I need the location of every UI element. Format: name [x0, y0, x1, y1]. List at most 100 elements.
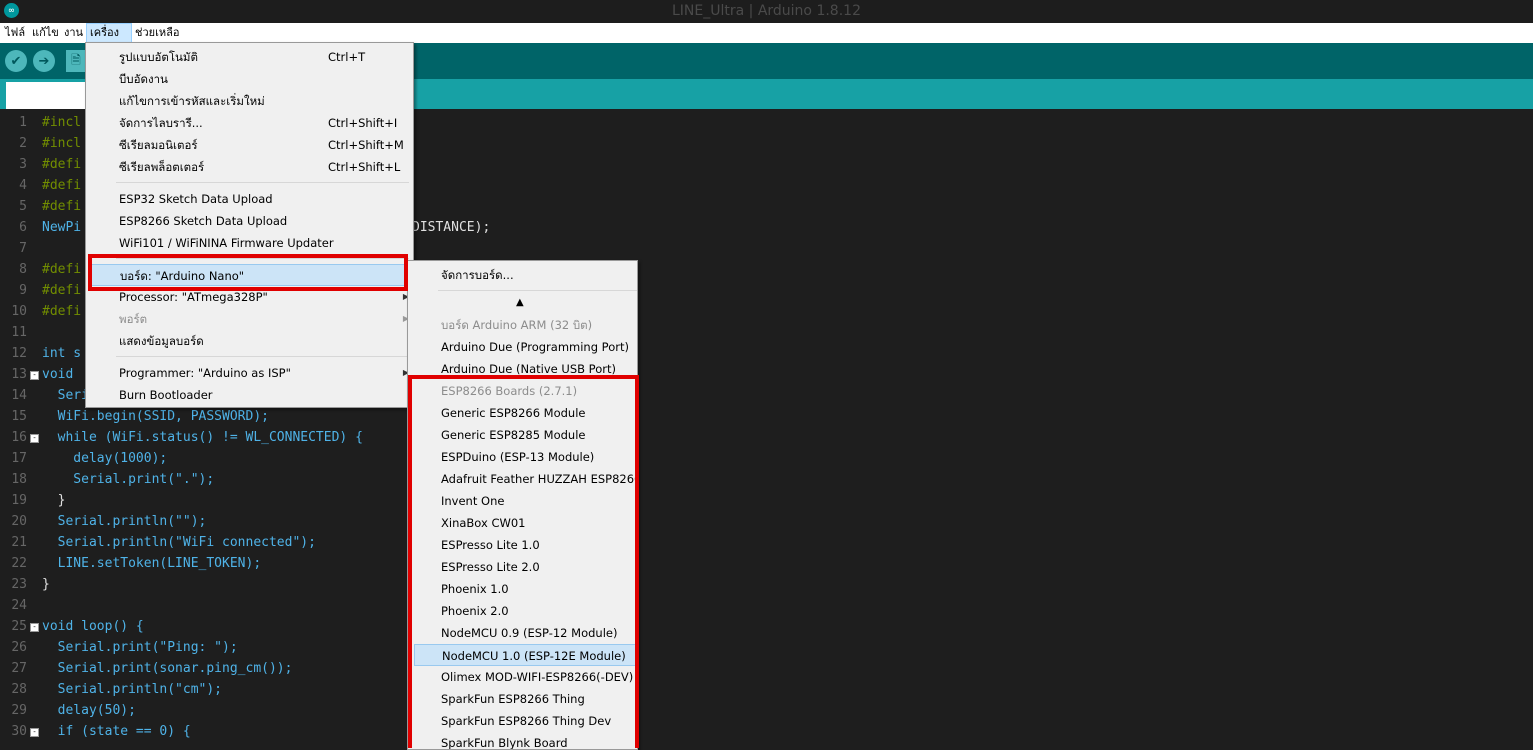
menu-help[interactable]: ช่วยเหลือ	[132, 23, 182, 43]
line-number: 19	[11, 493, 27, 508]
code-line: Serial.println("WiFi connected");	[42, 535, 316, 550]
code-line: #defi	[42, 199, 82, 214]
code-line: LINE.setToken(LINE_TOKEN);	[42, 556, 262, 571]
line-number: 28	[11, 682, 27, 697]
menu-item-burn-bootloader[interactable]: Burn Bootloader	[86, 384, 413, 406]
menu-item-label: ซีเรียลมอนิเตอร์	[119, 138, 198, 152]
menu-item-auto-format[interactable]: รูปแบบอัตโนมัติ Ctrl+T	[86, 46, 413, 68]
fold-toggle-icon[interactable]: -	[30, 434, 39, 443]
scroll-up-label: ▲	[516, 297, 524, 308]
menu-file[interactable]: ไฟล์	[2, 23, 28, 43]
menu-item-label: WiFi101 / WiFiNINA Firmware Updater	[119, 236, 334, 250]
code-line: delay(50);	[42, 703, 136, 718]
line-number: 2	[19, 136, 27, 151]
esp8266-boards-highlight-box	[408, 375, 639, 748]
board-option[interactable]: Arduino Due (Programming Port)	[408, 336, 637, 358]
menu-item-label: Programmer: "Arduino as ISP"	[119, 366, 291, 380]
menu-item-shortcut: Ctrl+Shift+I	[328, 116, 398, 130]
window-title: LINE_Ultra | Arduino 1.8.12	[672, 3, 861, 19]
menu-item-label: ESP32 Sketch Data Upload	[119, 192, 273, 206]
line-number: 14	[11, 388, 27, 403]
code-line: delay(1000);	[42, 451, 168, 466]
menu-item-esp32-data-upload[interactable]: ESP32 Sketch Data Upload	[86, 188, 413, 210]
fold-toggle-icon[interactable]: -	[30, 728, 39, 737]
menu-separator	[438, 290, 637, 291]
line-number: 10	[11, 304, 27, 319]
board-group-header: บอร์ด Arduino ARM (32 บิต)	[408, 314, 637, 336]
code-line: #defi	[42, 262, 82, 277]
title-bar: ∞ LINE_Ultra | Arduino 1.8.12	[0, 0, 1533, 23]
code-line: void	[42, 367, 74, 382]
line-number: 25	[11, 619, 27, 634]
menu-item-manage-libraries[interactable]: จัดการไลบรารี... Ctrl+Shift+I	[86, 112, 413, 134]
code-line: Serial.print(sonar.ping_cm());	[42, 661, 293, 676]
board-option-label: Arduino Due (Programming Port)	[441, 340, 629, 354]
menu-item-label: บีบอัดงาน	[119, 72, 168, 86]
code-line: while (WiFi.status() != WL_CONNECTED) {	[42, 430, 363, 445]
code-line: WiFi.begin(SSID, PASSWORD);	[42, 409, 269, 424]
line-number: 23	[11, 577, 27, 592]
menu-item-label: Burn Bootloader	[119, 388, 213, 402]
code-line: int s	[42, 346, 82, 361]
menu-bar: ไฟล์ แก้ไข งาน เครื่องมือ ช่วยเหลือ	[0, 23, 1533, 57]
board-highlight-box	[88, 254, 408, 291]
line-number: 6	[19, 220, 27, 235]
new-sketch-button[interactable]: 🗎	[66, 50, 86, 72]
line-number: 26	[11, 640, 27, 655]
menu-item-port: พอร์ต ▶	[86, 308, 413, 330]
menu-item-fix-encoding[interactable]: แก้ไขการเข้ารหัสและเริ่มใหม่	[86, 90, 413, 112]
menu-item-esp8266-data-upload[interactable]: ESP8266 Sketch Data Upload	[86, 210, 413, 232]
line-number: 15	[11, 409, 27, 424]
menu-separator	[116, 356, 409, 357]
line-number: 18	[11, 472, 27, 487]
upload-button[interactable]: ➔	[33, 50, 55, 72]
line-number: 13	[11, 367, 27, 382]
line-number: 5	[19, 199, 27, 214]
verify-button[interactable]: ✔	[5, 50, 27, 72]
code-line-tail: DISTANCE);	[412, 220, 491, 235]
line-number: 11	[11, 325, 27, 340]
line-number: 17	[11, 451, 27, 466]
line-number: 12	[11, 346, 27, 361]
menu-item-shortcut: Ctrl+T	[328, 50, 366, 64]
line-number: 9	[19, 283, 27, 298]
line-number: 21	[11, 535, 27, 550]
menu-item-shortcut: Ctrl+Shift+L	[328, 160, 401, 174]
line-number: 27	[11, 661, 27, 676]
code-line: Seri	[42, 388, 89, 403]
line-number: 4	[19, 178, 27, 193]
menu-item-serial-monitor[interactable]: ซีเรียลมอนิเตอร์ Ctrl+Shift+M	[86, 134, 413, 156]
menu-tools[interactable]: เครื่องมือ	[86, 23, 132, 57]
fold-toggle-icon[interactable]: -	[30, 623, 39, 632]
code-line: void loop() {	[42, 619, 144, 634]
menu-item-shortcut: Ctrl+Shift+M	[328, 138, 404, 152]
board-option-label: บอร์ด Arduino ARM (32 บิต)	[441, 318, 593, 332]
code-line: #defi	[42, 304, 82, 319]
line-number: 24	[11, 598, 27, 613]
menu-item-programmer[interactable]: Programmer: "Arduino as ISP" ▶	[86, 362, 413, 384]
menu-item-boards-manager[interactable]: จัดการบอร์ด...	[408, 264, 637, 286]
menu-item-archive-sketch[interactable]: บีบอัดงาน	[86, 68, 413, 90]
menu-item-board-info[interactable]: แสดงข้อมูลบอร์ด	[86, 330, 413, 352]
code-line: Serial.print("Ping: ");	[42, 640, 238, 655]
sketch-tab[interactable]	[6, 82, 86, 109]
menu-item-label: จัดการไลบรารี...	[119, 116, 203, 130]
tools-dropdown-menu: รูปแบบอัตโนมัติ Ctrl+T บีบอัดงาน แก้ไขการ…	[85, 42, 414, 408]
line-number: 16	[11, 430, 27, 445]
scroll-up-arrow-icon[interactable]: ▲	[408, 292, 637, 314]
code-line: #defi	[42, 283, 82, 298]
code-line: NewPi	[42, 220, 82, 235]
fold-toggle-icon[interactable]: -	[30, 371, 39, 380]
code-line: if (state == 0) {	[42, 724, 191, 739]
code-line: #defi	[42, 178, 82, 193]
line-number: 3	[19, 157, 27, 172]
menu-edit[interactable]: แก้ไข	[29, 23, 62, 43]
menu-item-wifi-firmware-updater[interactable]: WiFi101 / WiFiNINA Firmware Updater	[86, 232, 413, 254]
line-number: 30	[11, 724, 27, 739]
menu-item-label: แก้ไขการเข้ารหัสและเริ่มใหม่	[119, 94, 265, 108]
code-line: #incl	[42, 115, 82, 130]
menu-sketch[interactable]: งาน	[61, 23, 86, 43]
menu-item-label: ESP8266 Sketch Data Upload	[119, 214, 288, 228]
line-number: 20	[11, 514, 27, 529]
menu-item-serial-plotter[interactable]: ซีเรียลพล็อตเตอร์ Ctrl+Shift+L	[86, 156, 413, 178]
